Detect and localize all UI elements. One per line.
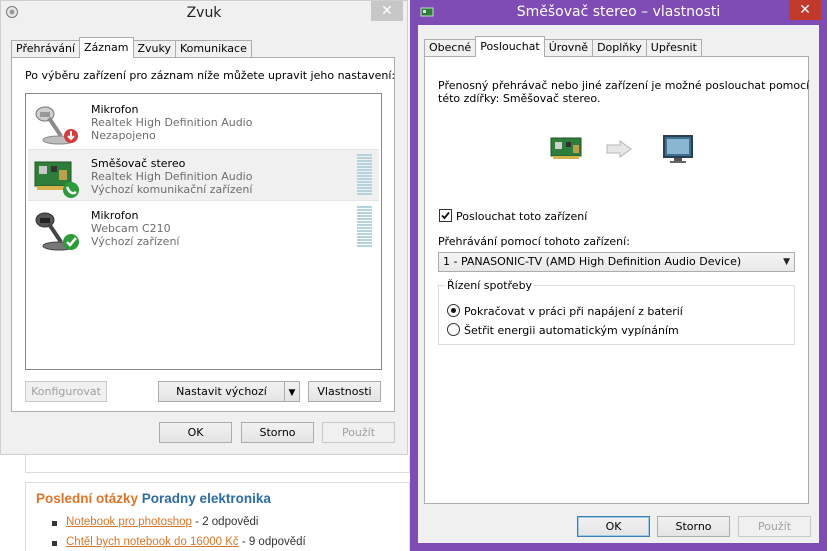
apply-button[interactable]: Použít (738, 516, 811, 537)
ok-button[interactable]: OK (159, 422, 232, 443)
close-icon: ✕ (799, 2, 811, 18)
device-name: Mikrofon (91, 103, 139, 116)
apply-button[interactable]: Použít (322, 422, 395, 443)
sound-window-titlebar[interactable]: Zvuk ✕ (1, 1, 407, 26)
list-item-mikrofon-webcam[interactable]: Mikrofon Webcam C210 Výchozí zařízení (28, 202, 379, 254)
configure-button[interactable]: Konfigurovat (25, 381, 107, 402)
properties-button[interactable]: Vlastnosti (308, 381, 381, 402)
webpage-top-box (25, 455, 410, 473)
stereo-mix-properties-window: Směšovač stereo – vlastnosti ✕ Obecné Po… (410, 0, 827, 551)
question-link[interactable]: Chtěl bych notebook do 16000 Kč (66, 536, 239, 548)
device-name: Mikrofon (91, 209, 139, 222)
level-meter (357, 206, 372, 248)
listen-checkbox-label[interactable]: Poslouchat toto zařízení (456, 210, 587, 223)
ok-button[interactable]: OK (577, 516, 650, 537)
listen-checkbox[interactable] (439, 209, 452, 222)
power-management-group: Řízení spotřeby Pokračovat v práci při n… (438, 279, 795, 345)
close-button[interactable]: ✕ (789, 0, 821, 20)
window-title: Směšovač stereo – vlastnosti (516, 4, 721, 20)
level-meter (357, 154, 372, 196)
monitor-icon (663, 135, 693, 163)
power-option-save-label[interactable]: Šetřit energii automatickým vypínáním (464, 324, 679, 337)
tab-advanced[interactable]: Upřesnit (645, 39, 702, 57)
power-option-save-radio[interactable] (447, 323, 460, 336)
speaker-icon (6, 6, 18, 18)
tab-general[interactable]: Obecné (424, 39, 477, 57)
recording-device-list[interactable]: Mikrofon Realtek High Definition Audio N… (25, 93, 382, 370)
tab-enhancements[interactable]: Doplňky (592, 39, 647, 57)
list-item: Notebook pro photoshop - 2 odpovědi (50, 516, 306, 536)
power-management-legend: Řízení spotřeby (445, 279, 535, 292)
properties-client-area: Obecné Poslouchat Úrovně Doplňky Upřesni… (418, 25, 819, 543)
device-driver: Realtek High Definition Audio (91, 116, 253, 129)
device-status: Výchozí komunikační zařízení (91, 183, 253, 196)
power-option-continue-radio[interactable] (447, 304, 460, 317)
background-webpage: Poslední otázky Poradny elektronika Note… (0, 455, 410, 551)
microphone-icon (35, 106, 78, 145)
tab-communications[interactable]: Komunikace (175, 40, 252, 58)
device-driver: Realtek High Definition Audio (91, 170, 253, 183)
recording-panel: Po výběru zařízení pro záznam níže můžet… (11, 57, 395, 412)
device-driver: Webcam C210 (91, 222, 171, 235)
cancel-button[interactable]: Storno (241, 422, 314, 443)
latest-questions-box: Poslední otázky Poradny elektronika Note… (25, 482, 410, 551)
sound-window: Zvuk ✕ Přehrávání Záznam Zvuky Komunikac… (0, 0, 408, 455)
list-item-stereo-mix[interactable]: Směšovač stereo Realtek High Definition … (28, 149, 379, 201)
unplugged-badge-icon (64, 129, 78, 143)
question-link[interactable]: Notebook pro photoshop (66, 516, 192, 528)
listen-description: Přenosný přehrávač nebo jiné zařízení je… (438, 79, 810, 92)
phone-badge-icon (63, 182, 79, 198)
tab-recording[interactable]: Záznam (79, 37, 134, 58)
set-default-button[interactable]: Nastavit výchozí (158, 381, 285, 402)
dropdown-arrow-icon: ▼ (288, 388, 296, 398)
listen-panel: Přenosný přehrávač nebo jiné zařízení je… (424, 56, 809, 504)
sound-card-icon (34, 161, 79, 198)
questions-list: Notebook pro photoshop - 2 odpovědi Chtě… (50, 516, 306, 551)
microphone-icon (35, 212, 79, 251)
device-status: Výchozí zařízení (91, 235, 180, 248)
list-item-mikrofon-realtek[interactable]: Mikrofon Realtek High Definition Audio N… (28, 96, 379, 148)
checkmark-icon (441, 211, 450, 220)
close-button[interactable]: ✕ (371, 1, 403, 21)
checkmark-badge-icon (63, 234, 79, 250)
tab-levels[interactable]: Úrovně (543, 39, 594, 57)
power-option-continue-label[interactable]: Pokračovat v práci při napájení z bateri… (464, 305, 683, 318)
list-item: Chtěl bych notebook do 16000 Kč - 9 odpo… (50, 536, 306, 551)
set-default-dropdown[interactable]: ▼ (284, 381, 300, 402)
sound-tabs: Přehrávání Záznam Zvuky Komunikace (11, 37, 252, 58)
sound-card-icon (420, 7, 434, 17)
cancel-button[interactable]: Storno (657, 516, 730, 537)
window-title: Zvuk (186, 5, 222, 21)
tab-listen[interactable]: Poslouchat (475, 36, 545, 57)
device-status: Nezapojeno (91, 129, 156, 142)
arrow-right-icon (606, 140, 632, 158)
latest-questions-heading: Poslední otázky Poradny elektronika (36, 491, 271, 506)
recording-instructions: Po výběru zařízení pro záznam níže můžet… (25, 69, 396, 82)
playback-device-select[interactable]: 1 - PANASONIC-TV (AMD High Definition Au… (438, 252, 795, 272)
chevron-down-icon: ▼ (783, 257, 790, 267)
sound-card-icon (550, 137, 582, 159)
device-name: Směšovač stereo (91, 157, 186, 170)
tab-playback[interactable]: Přehrávání (11, 40, 81, 58)
tab-sounds[interactable]: Zvuky (132, 40, 177, 58)
playback-device-label: Přehrávání pomocí tohoto zařízení: (438, 235, 630, 248)
properties-tabs: Obecné Poslouchat Úrovně Doplňky Upřesni… (424, 36, 702, 57)
close-icon: ✕ (381, 3, 393, 19)
listen-description: této zdířky: Směšovač stereo. (438, 92, 601, 105)
properties-window-titlebar[interactable]: Směšovač stereo – vlastnosti ✕ (410, 0, 827, 25)
